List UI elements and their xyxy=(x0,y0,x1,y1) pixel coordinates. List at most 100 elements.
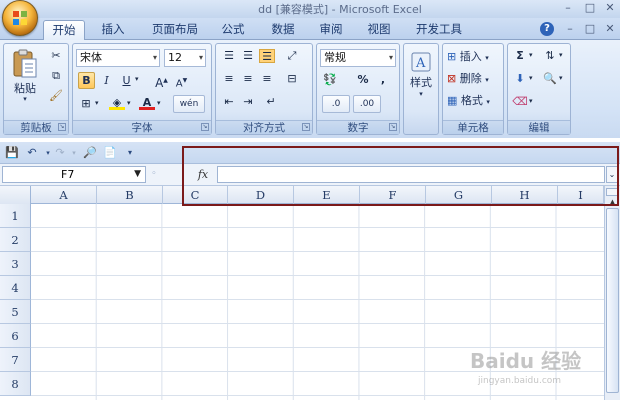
bold-button[interactable]: B xyxy=(78,72,95,89)
underline-button[interactable]: U xyxy=(118,72,135,89)
fill-dropdown-icon[interactable]: ▾ xyxy=(529,74,533,82)
decrease-indent-icon[interactable]: ⇤ xyxy=(221,95,237,109)
column-header-i[interactable]: I xyxy=(558,186,604,204)
row-header-3[interactable]: 3 xyxy=(0,252,31,276)
row-header-6[interactable]: 6 xyxy=(0,324,31,348)
border-dropdown-icon[interactable]: ▾ xyxy=(95,99,99,107)
fill-color-dropdown-icon[interactable]: ▾ xyxy=(127,99,131,107)
tab-data[interactable]: 数据 xyxy=(262,20,304,40)
print-preview-icon[interactable]: 🔎 xyxy=(82,145,98,161)
new-document-icon[interactable]: 📄 xyxy=(102,145,118,161)
find-select-dropdown-icon[interactable]: ▾ xyxy=(559,74,563,82)
undo-icon[interactable]: ↶ xyxy=(24,145,40,161)
font-color-dropdown-icon[interactable]: ▾ xyxy=(157,99,161,107)
paste-button[interactable]: 粘贴 ▾ xyxy=(7,47,43,105)
alignment-launcher-icon[interactable]: ↘ xyxy=(302,123,310,131)
align-right-icon[interactable]: ≡ xyxy=(259,72,275,86)
select-all-corner[interactable] xyxy=(0,186,31,204)
font-color-icon[interactable]: A xyxy=(139,96,155,110)
number-format-select[interactable]: 常规 ▾ xyxy=(320,49,396,67)
fill-color-icon[interactable]: ◈ xyxy=(109,96,125,110)
name-box[interactable]: F7 ▼ xyxy=(2,166,146,183)
column-header-h[interactable]: H xyxy=(492,186,558,204)
align-left-icon[interactable]: ≡ xyxy=(221,72,237,86)
save-icon[interactable]: 💾 xyxy=(4,145,20,161)
phonetic-button[interactable]: wén xyxy=(173,95,205,113)
tab-formulas[interactable]: 公式 xyxy=(212,20,254,40)
format-painter-icon[interactable]: 🖌 xyxy=(48,89,64,103)
row-header-8[interactable]: 8 xyxy=(0,372,31,396)
column-header-e[interactable]: E xyxy=(294,186,360,204)
tab-review[interactable]: 审阅 xyxy=(310,20,352,40)
font-name-select[interactable]: 宋体 ▾ xyxy=(76,49,160,67)
increase-indent-icon[interactable]: ⇥ xyxy=(240,95,256,109)
ribbon-restore-button[interactable]: □ xyxy=(582,22,598,36)
clipboard-launcher-icon[interactable]: ↘ xyxy=(58,123,66,131)
align-bottom-icon[interactable]: ☰ xyxy=(259,49,275,63)
font-size-select[interactable]: 12 ▾ xyxy=(164,49,206,67)
increase-decimal-button[interactable]: .0 xyxy=(322,95,350,113)
split-box-handle[interactable] xyxy=(606,188,619,196)
grow-font-button[interactable]: A▲ xyxy=(153,72,170,90)
merge-center-icon[interactable]: ⊟ xyxy=(284,72,300,86)
formula-input[interactable] xyxy=(217,166,605,183)
percent-button[interactable]: % xyxy=(355,73,371,87)
help-icon[interactable]: ? xyxy=(540,22,554,36)
column-header-g[interactable]: G xyxy=(426,186,492,204)
align-center-icon[interactable]: ≡ xyxy=(240,72,256,86)
column-header-b[interactable]: B xyxy=(97,186,163,204)
office-button[interactable] xyxy=(2,0,38,36)
fill-icon[interactable]: ⬇ xyxy=(512,72,528,86)
font-launcher-icon[interactable]: ↘ xyxy=(201,123,209,131)
align-top-icon[interactable]: ☰ xyxy=(221,49,237,63)
styles-button[interactable]: A 样式 ▾ xyxy=(406,47,436,117)
find-select-icon[interactable]: 🔍 xyxy=(542,72,558,86)
scroll-up-icon[interactable]: ▲ xyxy=(606,198,619,207)
decrease-decimal-button[interactable]: .00 xyxy=(353,95,381,113)
customize-qat-icon[interactable]: ▾ xyxy=(122,145,138,161)
workbook-close-button[interactable]: ✕ xyxy=(602,22,618,36)
italic-button[interactable]: I xyxy=(98,72,115,89)
row-header-7[interactable]: 7 xyxy=(0,348,31,372)
clear-icon[interactable]: ⌫ xyxy=(512,95,528,109)
orientation-icon[interactable]: ⤢ xyxy=(284,49,300,63)
currency-icon[interactable]: 💱 xyxy=(322,73,338,87)
number-launcher-icon[interactable]: ↘ xyxy=(389,123,397,131)
ribbon-minimize-button[interactable]: – xyxy=(562,22,578,36)
tab-view[interactable]: 视图 xyxy=(358,20,400,40)
border-icon[interactable]: ⊞ xyxy=(78,97,94,111)
column-header-d[interactable]: D xyxy=(228,186,294,204)
delete-cells-button[interactable]: ⊠ 删除 ▾ xyxy=(446,70,502,87)
expand-formula-bar-icon[interactable]: ⌄ xyxy=(606,166,618,183)
tab-insert[interactable]: 插入 xyxy=(92,20,134,40)
cut-icon[interactable]: ✂ xyxy=(48,49,64,63)
column-header-c[interactable]: C xyxy=(163,186,228,204)
copy-icon[interactable]: ⧉ xyxy=(48,69,64,83)
redo-dropdown-icon[interactable]: ▾ xyxy=(66,145,82,161)
row-header-1[interactable]: 1 xyxy=(0,204,31,228)
autosum-dropdown-icon[interactable]: ▾ xyxy=(529,51,533,59)
clear-dropdown-icon[interactable]: ▾ xyxy=(529,97,533,105)
tab-developer[interactable]: 开发工具 xyxy=(408,20,470,40)
insert-cells-button[interactable]: ⊞ 插入 ▾ xyxy=(446,48,502,65)
splitter-handle-icon[interactable]: ◦ xyxy=(149,167,159,182)
tab-page-layout[interactable]: 页面布局 xyxy=(144,20,206,40)
format-cells-button[interactable]: ▦ 格式 ▾ xyxy=(446,92,502,109)
maximize-button[interactable]: □ xyxy=(582,1,598,15)
close-button[interactable]: ✕ xyxy=(602,1,618,15)
row-header-2[interactable]: 2 xyxy=(0,228,31,252)
underline-dropdown-icon[interactable]: ▾ xyxy=(135,75,139,83)
align-middle-icon[interactable]: ☰ xyxy=(240,49,256,63)
column-header-f[interactable]: F xyxy=(360,186,426,204)
row-header-5[interactable]: 5 xyxy=(0,300,31,324)
tab-home[interactable]: 开始 xyxy=(43,20,85,41)
shrink-font-button[interactable]: A▼ xyxy=(173,72,190,89)
insert-function-button[interactable]: fx xyxy=(192,167,214,182)
sort-filter-dropdown-icon[interactable]: ▾ xyxy=(559,51,563,59)
column-header-a[interactable]: A xyxy=(31,186,97,204)
comma-button[interactable]: , xyxy=(375,73,391,87)
sort-filter-icon[interactable]: ⇅ xyxy=(542,49,558,63)
wrap-text-icon[interactable]: ↵ xyxy=(263,95,279,109)
row-header-4[interactable]: 4 xyxy=(0,276,31,300)
autosum-icon[interactable]: Σ xyxy=(512,49,528,63)
